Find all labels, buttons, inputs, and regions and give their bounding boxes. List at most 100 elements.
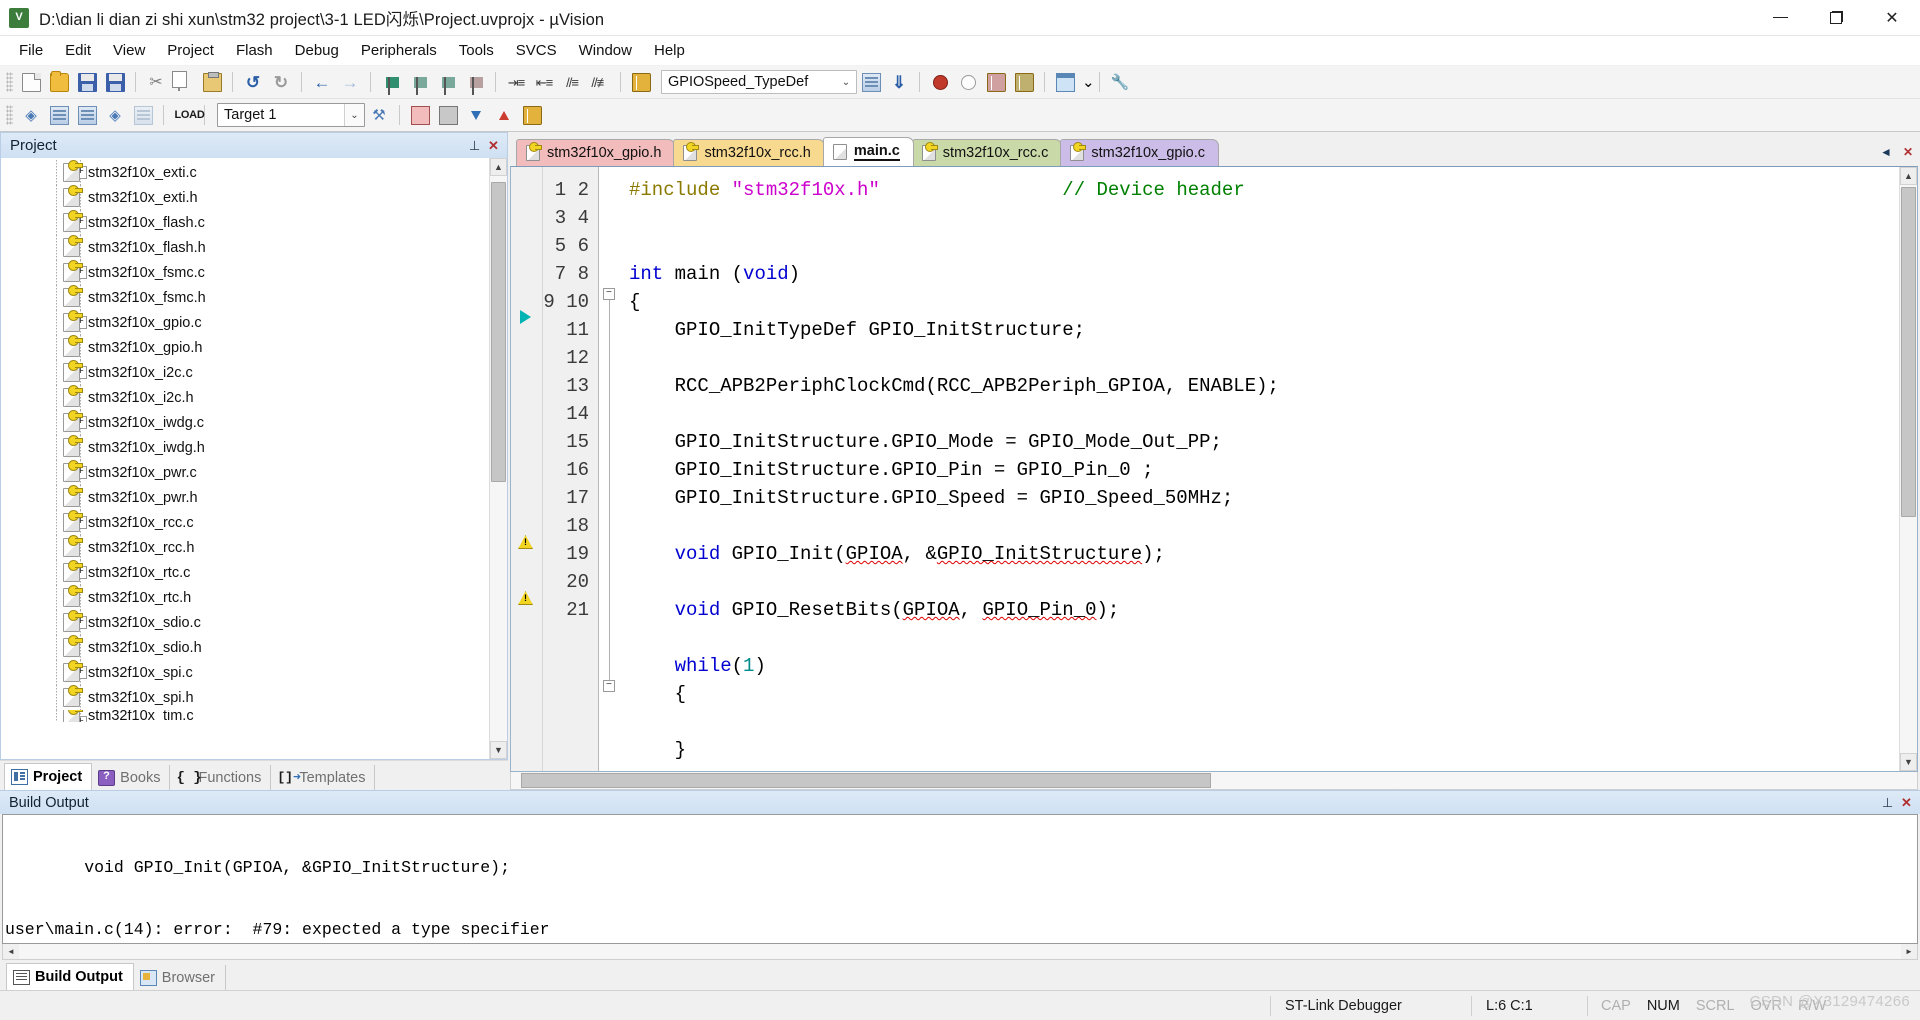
forward-button[interactable]: → (336, 69, 364, 96)
tree-item[interactable]: stm32f10x_rtc.h (1, 585, 489, 610)
menu-file[interactable]: File (8, 38, 54, 63)
comment-button[interactable]: //≡ (558, 69, 586, 96)
scroll-thumb[interactable] (521, 773, 1211, 788)
close-pane-button[interactable]: ✕ (1897, 793, 1916, 812)
project-tree[interactable]: + stm32f10x_exti.c stm32f10x_exti.h + stm3… (0, 158, 508, 760)
remove-file-button[interactable] (490, 102, 518, 129)
tree-item[interactable]: stm32f10x_exti.h (1, 185, 489, 210)
tree-item[interactable]: stm32f10x_iwdg.h (1, 435, 489, 460)
scroll-track[interactable] (1900, 185, 1917, 753)
scroll-left-icon[interactable]: ◄ (3, 945, 19, 959)
tree-item[interactable]: + stm32f10x_iwdg.c (1, 410, 489, 435)
tab-functions[interactable]: { } Functions (170, 765, 272, 790)
close-button[interactable]: ✕ (1864, 0, 1920, 36)
toolbar-grip-icon[interactable] (6, 105, 13, 125)
tree-item[interactable]: + stm32f10x_exti.c (1, 160, 489, 185)
scroll-down-icon[interactable]: ▼ (490, 741, 507, 759)
browse-symbol-button[interactable] (627, 69, 655, 96)
window-layout-button[interactable] (1051, 69, 1079, 96)
window-layout-dropdown[interactable]: ⌄ (1079, 69, 1095, 96)
tree-item[interactable]: stm32f10x_gpio.h (1, 335, 489, 360)
outdent-button[interactable]: ⇤≡ (530, 69, 558, 96)
fold-column[interactable]: − − (599, 167, 619, 771)
tree-item[interactable]: stm32f10x_spi.h (1, 685, 489, 710)
menu-debug[interactable]: Debug (284, 38, 350, 63)
editor-tab-stm32f10x-gpio-h[interactable]: stm32f10x_gpio.h (516, 139, 676, 166)
menu-window[interactable]: Window (568, 38, 643, 63)
scroll-right-icon[interactable]: ► (1901, 945, 1917, 959)
save-all-button[interactable] (101, 69, 129, 96)
indent-button[interactable]: ⇥≡ (502, 69, 530, 96)
minimize-button[interactable] (1752, 0, 1808, 36)
options-target-button[interactable] (406, 102, 434, 129)
goto-definition-button[interactable] (857, 69, 885, 96)
tab-browser[interactable]: Browser (134, 965, 226, 990)
tree-item[interactable]: + stm32f10x_pwr.c (1, 460, 489, 485)
insert-breakpoint-button[interactable] (926, 69, 954, 96)
target-combo[interactable]: Target 1 ⌄ (217, 103, 365, 127)
tree-item[interactable]: + stm32f10x_rcc.c (1, 510, 489, 535)
goto-reference-button[interactable]: ⇓ (885, 69, 913, 96)
tree-item[interactable]: stm32f10x_pwr.h (1, 485, 489, 510)
editor-tab-stm32f10x-rcc-h[interactable]: stm32f10x_rcc.h (673, 139, 825, 166)
translate-button[interactable]: ◈ (17, 102, 45, 129)
tree-item[interactable]: + stm32f10x_i2c.c (1, 360, 489, 385)
back-button[interactable]: ← (308, 69, 336, 96)
tree-item[interactable]: stm32f10x_i2c.h (1, 385, 489, 410)
pin-button[interactable]: ⊥ (1878, 793, 1897, 812)
scroll-up-icon[interactable]: ▲ (490, 158, 507, 176)
toggle-bookmark-button[interactable] (377, 69, 405, 96)
editor-tab-stm32f10x-rcc-c[interactable]: stm32f10x_rcc.c (911, 139, 1063, 166)
open-file-button[interactable] (45, 69, 73, 96)
editor-tab-main-c[interactable]: main.c (822, 137, 914, 166)
build-button[interactable] (45, 102, 73, 129)
code-text[interactable]: #include "stm32f10x.h" // Device header … (619, 167, 1899, 771)
symbol-search-combo[interactable]: GPIOSpeed_TypeDef ⌄ (661, 70, 857, 94)
tree-item[interactable]: stm32f10x_rcc.h (1, 535, 489, 560)
uncomment-button[interactable]: //≢ (586, 69, 614, 96)
scroll-thumb[interactable] (1901, 187, 1916, 517)
save-button[interactable] (73, 69, 101, 96)
scroll-thumb[interactable] (491, 182, 506, 482)
scroll-down-icon[interactable]: ▼ (1900, 753, 1917, 771)
build-output-text[interactable]: void GPIO_Init(GPIOA, &GPIO_InitStructur… (2, 814, 1918, 944)
tree-item[interactable]: stm32f10x_flash.h (1, 235, 489, 260)
menu-tools[interactable]: Tools (448, 38, 505, 63)
tab-close-button[interactable]: ✕ (1898, 142, 1918, 162)
editor-vertical-scrollbar[interactable]: ▲ ▼ (1899, 167, 1917, 771)
tree-item[interactable]: stm32f10x_fsmc.h (1, 285, 489, 310)
tab-books[interactable]: Books (92, 765, 171, 790)
build-output-scrollbar[interactable]: ◄ ► (2, 944, 1918, 960)
undo-button[interactable]: ↺ (239, 69, 267, 96)
tree-item[interactable]: + stm32f10x_fsmc.c (1, 260, 489, 285)
new-file-button[interactable] (17, 69, 45, 96)
clear-bookmarks-button[interactable] (461, 69, 489, 96)
scroll-track[interactable] (490, 176, 507, 741)
menu-view[interactable]: View (102, 38, 156, 63)
disable-all-breakpoints-button[interactable] (1010, 69, 1038, 96)
menu-project[interactable]: Project (156, 38, 225, 63)
rebuild-button[interactable] (73, 102, 101, 129)
menu-svcs[interactable]: SVCS (505, 38, 568, 63)
project-tree-scrollbar[interactable]: ▲ ▼ (489, 158, 507, 759)
cut-button[interactable]: ✂ (142, 69, 170, 96)
scroll-track[interactable] (511, 772, 1917, 789)
tree-item[interactable]: + stm32f10x_spi.c (1, 660, 489, 685)
copy-button[interactable] (170, 69, 198, 96)
paste-button[interactable] (198, 69, 226, 96)
marker-column[interactable] (511, 167, 543, 771)
manage-components-button[interactable] (434, 102, 462, 129)
menu-edit[interactable]: Edit (54, 38, 102, 63)
pack-installer-button[interactable] (518, 102, 546, 129)
manage-targets-button[interactable]: ⚒ (365, 102, 393, 129)
close-pane-button[interactable]: ✕ (484, 136, 503, 155)
scroll-up-icon[interactable]: ▲ (1900, 167, 1917, 185)
tab-scroll-down-button[interactable]: ◄ (1876, 142, 1896, 162)
pin-button[interactable]: ⊥ (465, 136, 484, 155)
restore-button[interactable] (1808, 0, 1864, 36)
download-button[interactable]: LOAD (170, 102, 205, 129)
tree-item[interactable]: stm32f10x_sdio.h (1, 635, 489, 660)
tree-item[interactable]: + stm32f10x_rtc.c (1, 560, 489, 585)
disable-breakpoint-button[interactable] (954, 69, 982, 96)
menu-peripherals[interactable]: Peripherals (350, 38, 448, 63)
